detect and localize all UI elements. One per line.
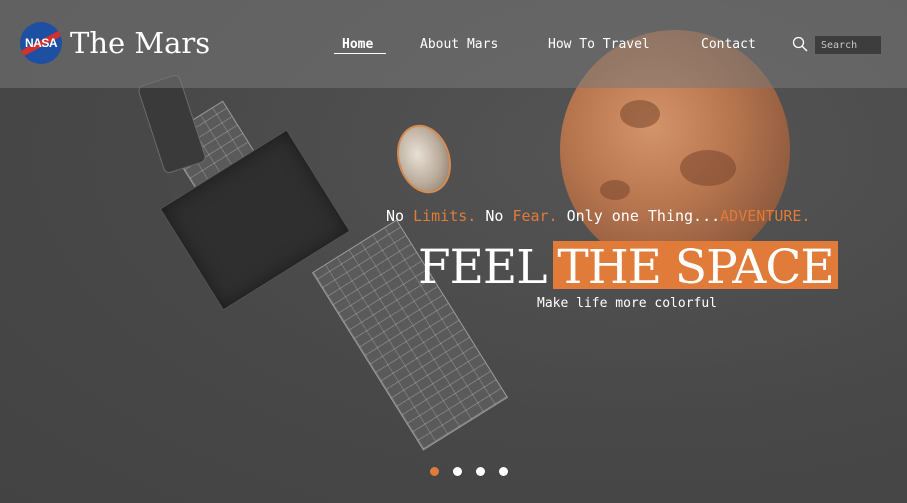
hero-tagline: No Limits. No Fear. Only one Thing...ADV… [386,207,810,225]
tagline-accent-2: Fear. [512,207,558,225]
hero-banner: NASA The Mars Home About Mars How To Tra… [0,0,907,503]
tagline-accent-3: ADVENTURE. [720,207,811,225]
site-title[interactable]: The Mars [70,26,210,60]
carousel-dot-3[interactable] [476,467,485,476]
search-icon[interactable] [792,36,808,52]
tagline-part-1: No [386,207,414,225]
nav-item-about-mars[interactable]: About Mars [420,37,498,52]
nav-item-home[interactable]: Home [342,37,373,52]
nav-item-how-to-travel[interactable]: How To Travel [548,37,650,52]
site-header: NASA The Mars Home About Mars How To Tra… [0,0,907,88]
probe-image [388,117,460,201]
carousel-dot-1[interactable] [430,467,439,476]
logo-text: NASA [24,36,58,50]
tagline-accent-1: Limits. [413,207,477,225]
tagline-part-2: No [476,207,513,225]
active-nav-underline [334,53,386,54]
carousel-dot-4[interactable] [499,467,508,476]
hero-title-highlight-box: THE SPACE [553,240,838,295]
nasa-logo[interactable]: NASA [20,22,62,64]
hero-subtitle: Make life more colorful [537,296,718,311]
hero-title-plain: FEEL [418,240,547,295]
search-input[interactable] [815,36,881,54]
carousel-dot-2[interactable] [453,467,462,476]
tagline-part-3: Only one Thing... [557,207,721,225]
hero-title-highlight: THE SPACE [557,240,834,295]
nav-item-contact[interactable]: Contact [701,37,756,52]
